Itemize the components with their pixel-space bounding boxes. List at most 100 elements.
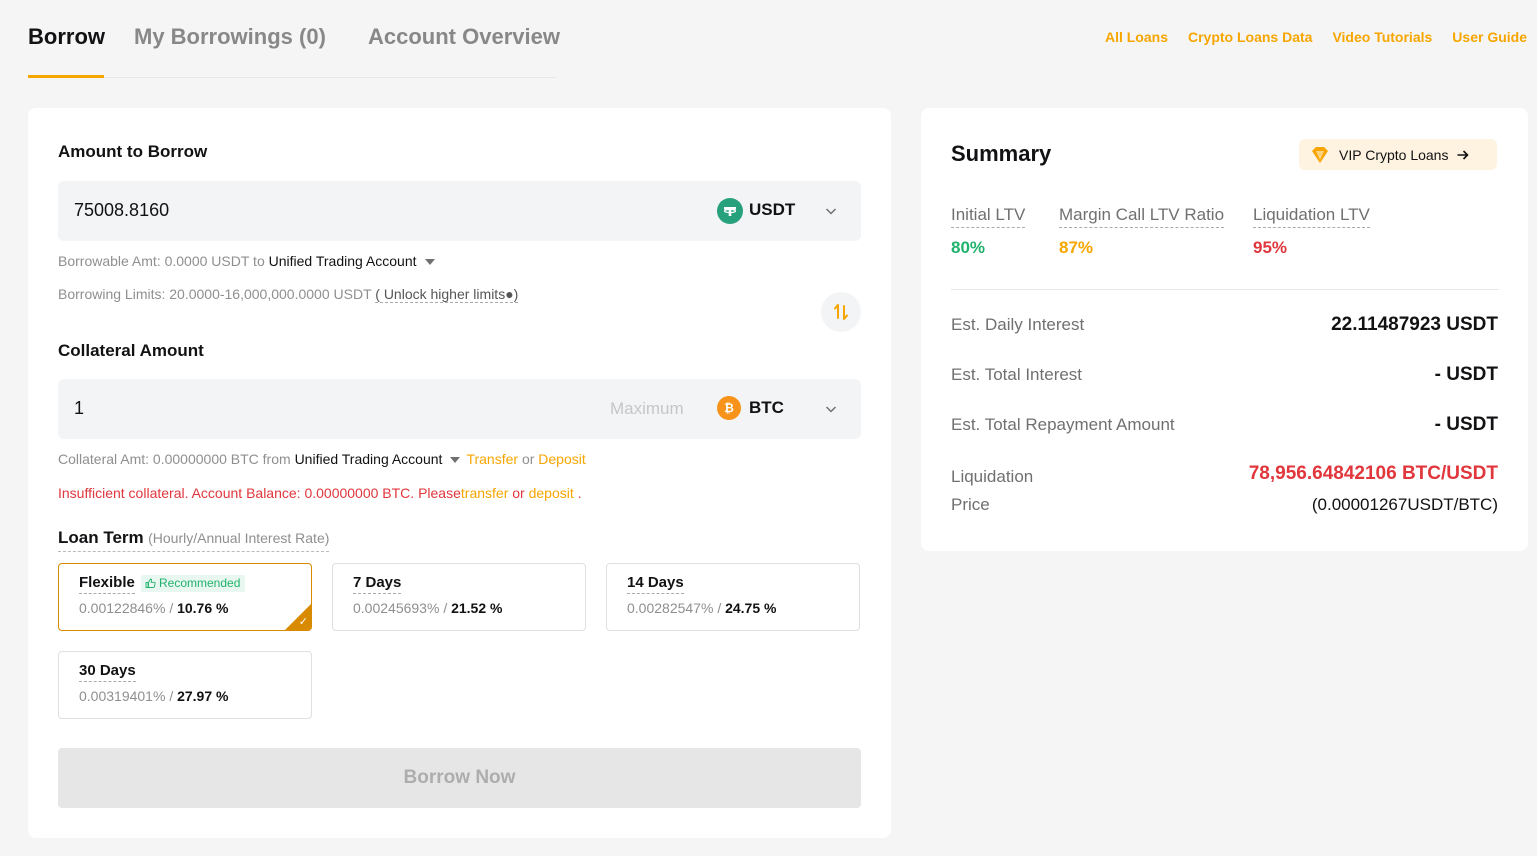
borrow-amount-field[interactable]: 75008.8160 USDT (58, 181, 861, 241)
loan-term-hint: (Hourly/Annual Interest Rate) (148, 530, 330, 546)
borrowable-amount-text: Borrowable Amt: 0.0000 USDT to (58, 253, 265, 269)
liquidation-ltv-label[interactable]: Liquidation LTV (1253, 205, 1370, 228)
summary-divider (951, 289, 1499, 290)
borrow-account-selector[interactable]: Unified Trading Account (269, 253, 417, 269)
top-links: All Loans Crypto Loans Data Video Tutori… (1105, 29, 1527, 45)
collateral-account-selector[interactable]: Unified Trading Account (295, 451, 443, 467)
recommended-badge: Recommended (141, 575, 246, 592)
liquidation-ltv-value: 95% (1253, 238, 1288, 257)
tab-borrow[interactable]: Borrow (28, 24, 105, 50)
loan-term-title: Loan Term (58, 528, 144, 547)
margin-call-ltv-value: 87% (1059, 238, 1094, 257)
term-rate: 0.00282547% / 24.75 % (627, 600, 776, 616)
vip-diamond-icon (1312, 146, 1328, 163)
summary-title: Summary (951, 141, 1052, 166)
margin-call-ltv-block: Margin Call LTV Ratio 87% (1059, 205, 1225, 258)
unlock-higher-limits-link[interactable]: ( Unlock higher limits●) (375, 286, 519, 303)
collateral-amount-info: Collateral Amt: 0.00000000 BTC from Unif… (58, 451, 586, 467)
margin-call-ltv-label[interactable]: Margin Call LTV Ratio (1059, 205, 1225, 228)
term-name: Flexible (79, 574, 135, 594)
deposit-link[interactable]: Deposit (538, 451, 585, 467)
error-text: Insufficient collateral. Account Balance… (58, 485, 461, 501)
term-option-14-days[interactable]: 14 Days 0.00282547% / 24.75 % (606, 563, 860, 631)
term-name: 14 Days (627, 574, 684, 594)
arrow-right-icon (1457, 149, 1470, 160)
amount-to-borrow-label: Amount to Borrow (58, 142, 208, 161)
crypto-loans-data-link[interactable]: Crypto Loans Data (1188, 29, 1312, 45)
borrowing-limits-info: Borrowing Limits: 20.0000-16,000,000.000… (58, 286, 519, 303)
total-interest-label: Est. Total Interest (951, 365, 1083, 384)
borrow-coin-selector[interactable]: USDT (749, 200, 795, 220)
liquidation-price-value: 78,956.64842106 BTC/USDT (1248, 463, 1498, 484)
borrowing-limits-text: Borrowing Limits: 20.0000-16,000,000.000… (58, 286, 372, 302)
liquidation-ltv-block: Liquidation LTV 95% (1253, 205, 1370, 258)
daily-interest-label: Est. Daily Interest (951, 315, 1085, 334)
collateral-amount-label: Collateral Amount (58, 341, 204, 360)
total-repayment-label: Est. Total Repayment Amount (951, 415, 1175, 434)
liquidation-price-label-line1: Liquidation (951, 467, 1034, 486)
total-interest-value: - USDT (1434, 364, 1498, 385)
video-tutorials-link[interactable]: Video Tutorials (1332, 29, 1432, 45)
rate-separator: / (169, 688, 174, 704)
borrow-amount-input[interactable]: 75008.8160 (74, 200, 169, 221)
collateral-amount-text: Collateral Amt: 0.00000000 BTC from (58, 451, 291, 467)
liquidation-price-label-line2: Price (951, 495, 990, 514)
borrowable-amount-info: Borrowable Amt: 0.0000 USDT to Unified T… (58, 253, 441, 269)
term-name: 7 Days (353, 574, 402, 594)
borrow-now-button[interactable]: Borrow Now (58, 748, 861, 808)
term-rate: 0.00245693% / 21.52 % (353, 600, 502, 616)
caret-down-icon[interactable] (424, 258, 435, 265)
error-or-text: or (512, 485, 525, 501)
active-tab-indicator (28, 75, 104, 78)
term-option-flexible[interactable]: Flexible Recommended 0.00122846% / 10.76… (58, 563, 312, 631)
term-option-30-days[interactable]: 30 Days 0.00319401% / 27.97 % (58, 651, 312, 719)
thumbs-up-icon (145, 578, 156, 588)
collateral-amount-field[interactable]: 1 Maximum ₿ BTC (58, 379, 861, 439)
hourly-rate: 0.00122846% (79, 600, 166, 616)
insufficient-collateral-error: Insufficient collateral. Account Balance… (58, 485, 582, 501)
term-rate: 0.00319401% / 27.97 % (79, 688, 228, 704)
initial-ltv-block: Initial LTV 80% (951, 205, 1026, 258)
main-tabs: Borrow My Borrowings (0) Account Overvie… (28, 0, 560, 78)
transfer-link[interactable]: Transfer (466, 451, 518, 467)
swap-vertical-icon (834, 304, 848, 320)
collateral-amount-input[interactable]: 1 (74, 398, 84, 419)
maximum-button[interactable]: Maximum (610, 399, 684, 419)
rate-separator: / (443, 600, 448, 616)
summary-card: Summary VIP Crypto Loans Initial LTV 80%… (921, 108, 1528, 551)
hourly-rate: 0.00282547% (627, 600, 714, 616)
initial-ltv-label[interactable]: Initial LTV (951, 205, 1026, 228)
all-loans-link[interactable]: All Loans (1105, 29, 1168, 45)
liquidation-price-inverse: (0.00001267USDT/BTC) (1311, 495, 1498, 514)
term-name: 30 Days (79, 662, 136, 682)
annual-rate: 21.52 % (451, 600, 503, 616)
tab-account-overview[interactable]: Account Overview (368, 24, 560, 50)
borrow-form-card: Amount to Borrow 75008.8160 USDT Borrowa… (28, 108, 891, 838)
total-repayment-value: - USDT (1434, 414, 1498, 435)
rate-separator: / (717, 600, 722, 616)
user-guide-link[interactable]: User Guide (1452, 29, 1527, 45)
term-option-7-days[interactable]: 7 Days 0.00245693% / 21.52 % (332, 563, 586, 631)
hourly-rate: 0.00245693% (353, 600, 440, 616)
collateral-coin-selector[interactable]: BTC (749, 398, 784, 418)
chevron-down-icon[interactable] (823, 401, 839, 417)
error-transfer-link[interactable]: transfer (461, 485, 508, 501)
error-suffix: . (577, 485, 582, 501)
or-text: or (521, 451, 535, 467)
hourly-rate: 0.00319401% (79, 688, 166, 704)
annual-rate: 27.97 % (177, 688, 229, 704)
swap-button[interactable] (821, 292, 861, 332)
usdt-coin-icon (717, 198, 743, 224)
annual-rate: 24.75 % (725, 600, 777, 616)
term-rate: 0.00122846% / 10.76 % (79, 600, 228, 616)
rate-separator: / (169, 600, 174, 616)
vip-crypto-loans-button[interactable]: VIP Crypto Loans (1299, 139, 1497, 170)
vip-crypto-loans-label: VIP Crypto Loans (1339, 146, 1449, 163)
daily-interest-value: 22.11487923 USDT (1331, 314, 1498, 335)
check-icon: ✓ (298, 616, 308, 628)
chevron-down-icon[interactable] (823, 203, 839, 219)
tab-my-borrowings[interactable]: My Borrowings (0) (134, 24, 326, 50)
recommended-label: Recommended (159, 576, 241, 590)
error-deposit-link[interactable]: deposit (529, 485, 574, 501)
caret-down-icon[interactable] (450, 456, 461, 463)
